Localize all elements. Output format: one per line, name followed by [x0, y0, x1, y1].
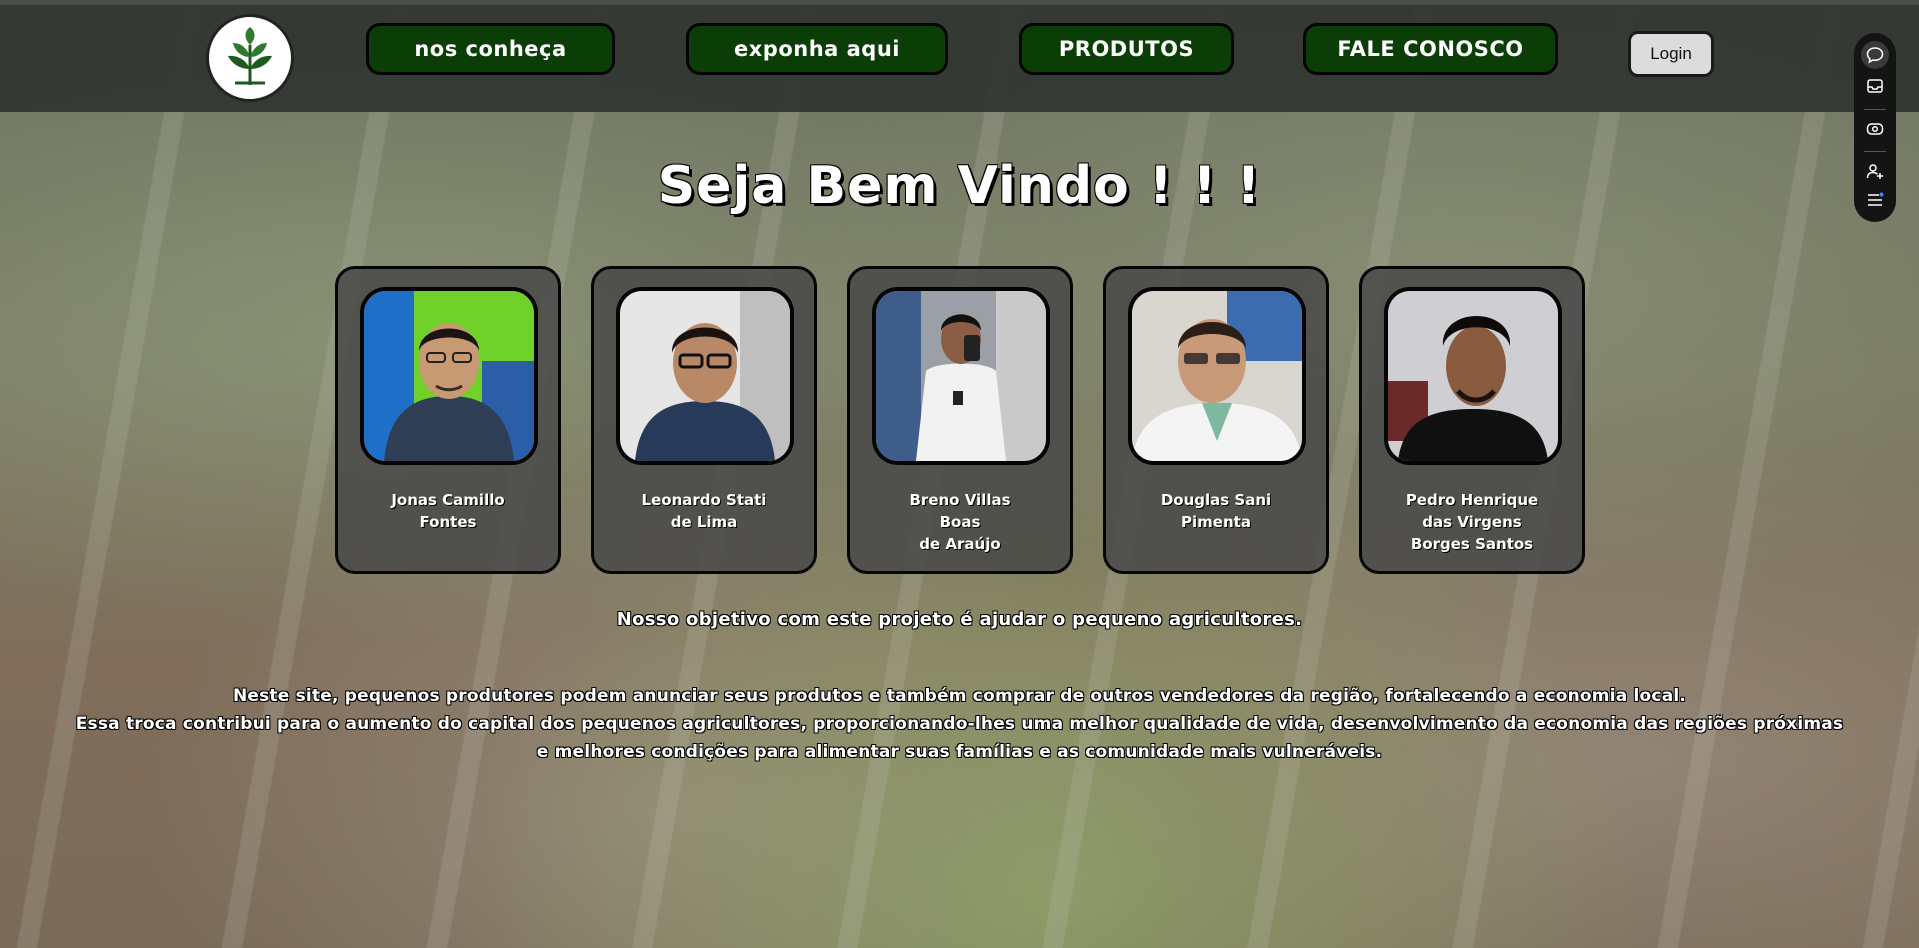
team-card: Pedro Henrique das Virgens Borges Santos: [1359, 266, 1585, 574]
team-card: Breno Villas Boas de Araújo: [847, 266, 1073, 574]
member-photo: [1128, 287, 1306, 465]
nav-fale-conosco-button[interactable]: FALE CONOSCO: [1303, 23, 1558, 75]
objective-text: Nosso objetivo com este projeto é ajudar…: [616, 609, 1303, 630]
inbox-icon[interactable]: [1861, 72, 1889, 100]
member-photo: [360, 287, 538, 465]
eye-icon[interactable]: [1861, 115, 1889, 143]
chat-icon[interactable]: [1861, 41, 1889, 69]
member-name: Leonardo Stati de Lima: [641, 491, 767, 531]
description: Neste site, pequenos produtores podem an…: [20, 682, 1899, 766]
welcome-title: Seja Bem Vindo ! ! !: [657, 156, 1262, 216]
description-line: Essa troca contribui para o aumento do c…: [75, 714, 1844, 734]
nav-exponha-aqui-button[interactable]: exponha aqui: [686, 23, 948, 75]
login-button[interactable]: Login: [1628, 31, 1714, 77]
team-card: Leonardo Stati de Lima: [591, 266, 817, 574]
member-name: Breno Villas Boas de Araújo: [909, 491, 1011, 553]
nav-nos-conheca-button[interactable]: nos conheça: [366, 23, 615, 75]
member-photo: [616, 287, 794, 465]
nav-produtos-button[interactable]: PRODUTOS: [1019, 23, 1234, 75]
description-line: e melhores condições para alimentar suas…: [536, 742, 1383, 762]
team-card: Jonas Camillo Fontes: [335, 266, 561, 574]
member-photo: [872, 287, 1050, 465]
member-name: Douglas Sani Pimenta: [1160, 491, 1272, 531]
member-photo: [1384, 287, 1562, 465]
member-name: Pedro Henrique das Virgens Borges Santos: [1405, 491, 1539, 553]
description-line: Neste site, pequenos produtores podem an…: [232, 686, 1687, 706]
plant-logo[interactable]: [206, 14, 294, 102]
site-header: nos conheça exponha aqui PRODUTOS FALE C…: [0, 5, 1919, 112]
team-card: Douglas Sani Pimenta: [1103, 266, 1329, 574]
member-name: Jonas Camillo Fontes: [391, 491, 505, 531]
